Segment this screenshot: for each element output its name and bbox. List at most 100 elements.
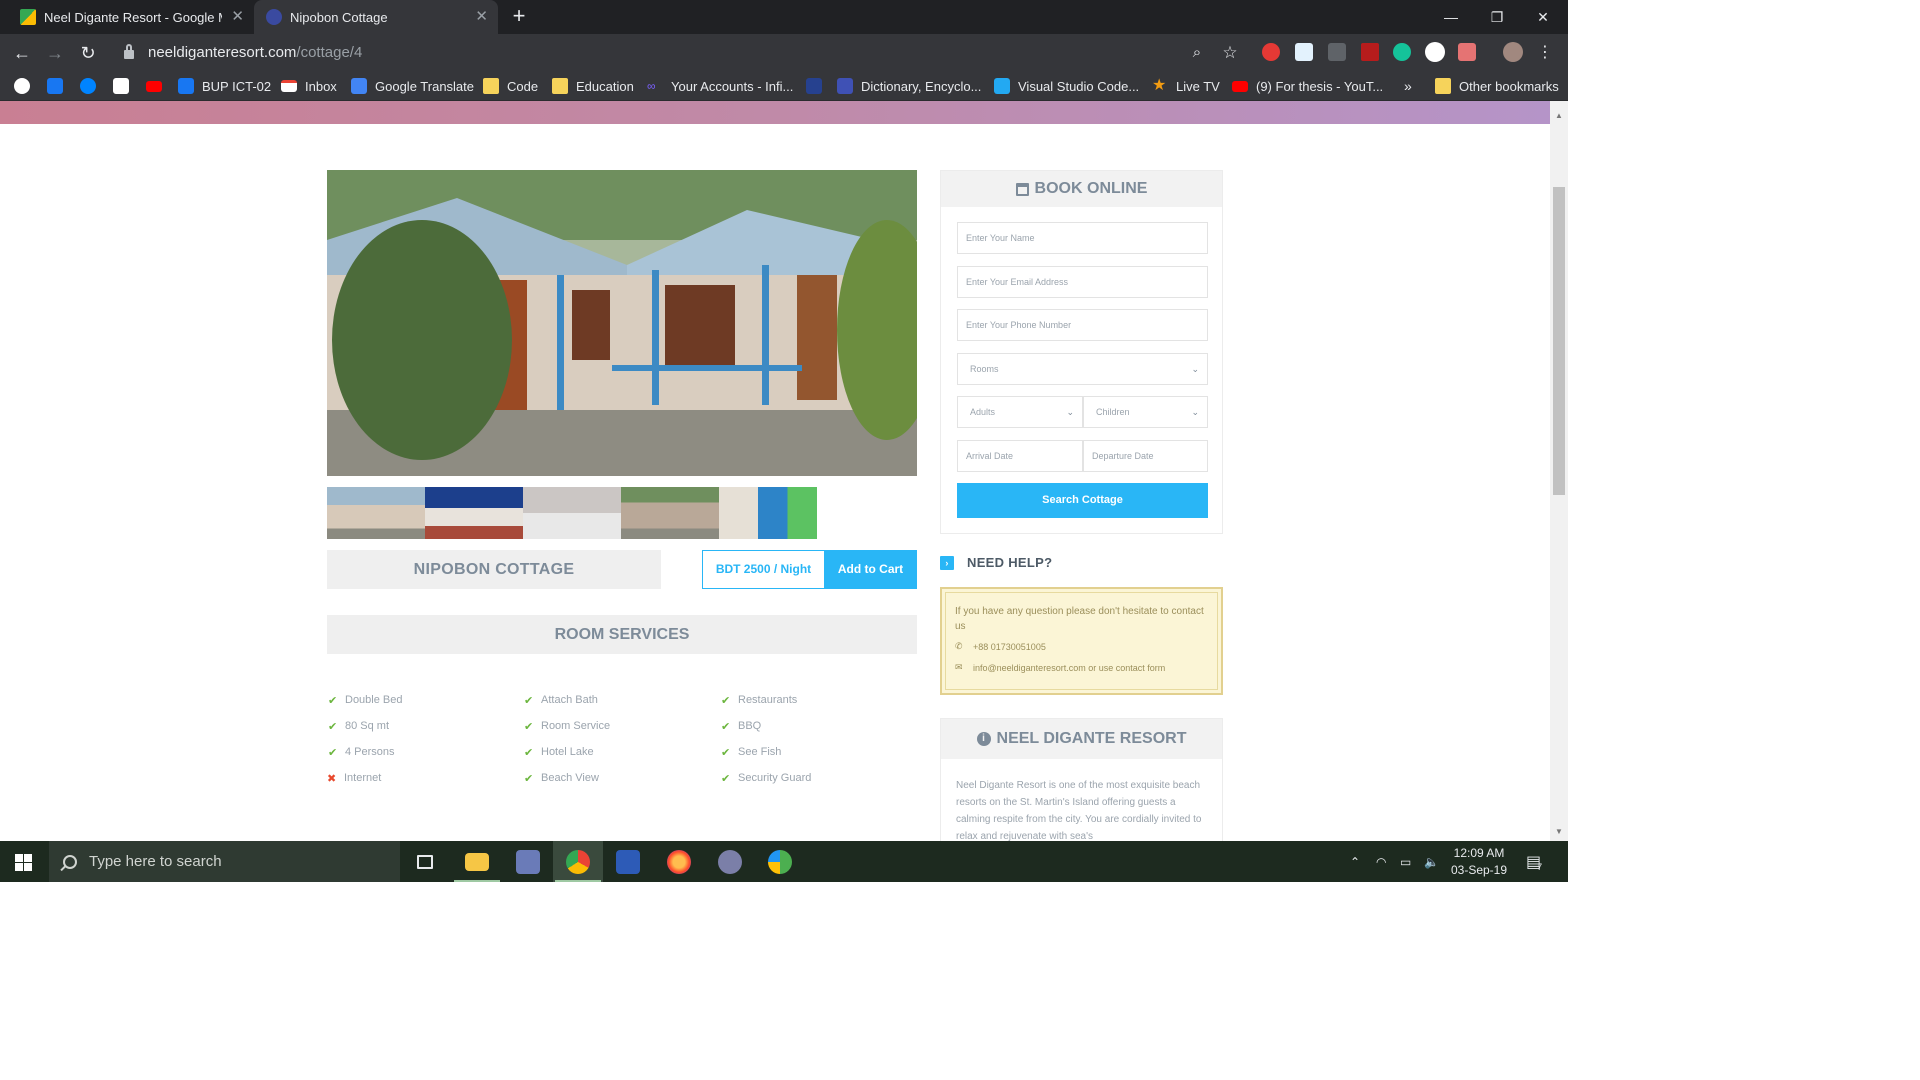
thumbnail-bathroom[interactable] — [523, 487, 621, 539]
anaconda-icon[interactable] — [755, 841, 805, 882]
browser-toolbar: ← → ↻ neeldiganteresort.com/cottage/4 ⌕ … — [0, 34, 1568, 71]
phone-field[interactable]: Enter Your Phone Number — [957, 309, 1208, 341]
firefox-icon[interactable] — [654, 841, 704, 882]
check-icon: ✔ — [721, 720, 731, 733]
dictionary-icon — [837, 78, 853, 94]
arrival-date-field[interactable]: Arrival Date — [957, 440, 1083, 472]
about-heading: i NEEL DIGANTE RESORT — [941, 719, 1222, 759]
help-phone[interactable]: ✆ +88 01730051005 — [955, 641, 1046, 652]
bookmark-youtube[interactable] — [146, 77, 170, 95]
gmail-icon — [281, 80, 297, 92]
search-placeholder: Type here to search — [89, 853, 222, 870]
bookmark-inbox[interactable]: Inbox — [281, 77, 337, 95]
bookmark-unnamed[interactable] — [806, 77, 830, 95]
bookmark-star-icon[interactable]: ☆ — [1217, 40, 1243, 66]
new-tab-button[interactable]: + — [506, 4, 532, 30]
show-hidden-icons[interactable]: ⌃ — [1350, 841, 1360, 882]
bookmark-google[interactable] — [14, 77, 38, 95]
children-select[interactable]: Children ⌄ — [1083, 396, 1208, 428]
adblock-extension-icon[interactable] — [1262, 43, 1280, 61]
check-icon: ✔ — [721, 772, 731, 785]
adults-select[interactable]: Adults ⌄ — [957, 396, 1083, 428]
price-button[interactable]: BDT 2500 / Night — [702, 550, 825, 589]
battery-icon[interactable]: ▭ — [1400, 841, 1411, 882]
back-arrow-icon[interactable]: ← — [9, 40, 35, 66]
restore-button[interactable]: ❐ — [1474, 0, 1520, 34]
forward-arrow-icon[interactable]: → — [42, 40, 68, 66]
thumbnail-porch[interactable] — [621, 487, 719, 539]
notifications-icon[interactable]: ▤ 7 — [1526, 841, 1542, 882]
service-item: ✔ Security Guard — [721, 771, 811, 785]
bookmark-facebook[interactable] — [47, 77, 71, 95]
other-bookmarks-folder[interactable]: Other bookmarks — [1435, 77, 1559, 95]
bookmark-live-tv[interactable]: ★ Live TV — [1152, 77, 1220, 95]
scroll-thumb[interactable] — [1553, 187, 1565, 495]
tab-title: Neel Digante Resort - Google Maps — [44, 9, 222, 25]
close-tab-icon[interactable]: ✕ — [475, 9, 488, 25]
bookmark-folder-code[interactable]: Code — [483, 77, 538, 95]
monitor-app-icon[interactable] — [503, 841, 553, 882]
thumbnail-exterior[interactable] — [327, 487, 425, 539]
close-window-button[interactable]: ✕ — [1520, 0, 1566, 34]
bookmark-label: Dictionary, Encyclo... — [861, 78, 982, 94]
taskbar-search-box[interactable]: Type here to search — [49, 841, 400, 882]
volume-icon[interactable]: 🔈 — [1424, 841, 1439, 882]
chat-extension-icon[interactable] — [1425, 42, 1445, 62]
profile-avatar[interactable] — [1503, 42, 1523, 62]
email-field[interactable]: Enter Your Email Address — [957, 266, 1208, 298]
grammarly-extension-icon[interactable] — [1393, 43, 1411, 61]
bookmark-dictionary[interactable]: Dictionary, Encyclo... — [837, 77, 981, 95]
rooms-select[interactable]: Rooms ⌄ — [957, 353, 1208, 385]
service-item: ✔ 4 Persons — [328, 745, 395, 759]
eclipse-icon[interactable] — [705, 841, 755, 882]
help-email[interactable]: ✉ info@neeldiganteresort.com or use conta… — [955, 662, 1165, 673]
search-icon — [63, 854, 77, 869]
chrome-icon[interactable] — [553, 841, 603, 882]
email-address: info@neeldiganteresort.com or use contac… — [973, 662, 1166, 673]
info-icon: i — [976, 732, 991, 746]
address-bar[interactable]: neeldiganteresort.com/cottage/4 — [112, 38, 1252, 67]
zoom-icon[interactable]: ⌕ — [1184, 40, 1210, 66]
bookmark-label: Code — [507, 78, 539, 94]
taskbar-clock[interactable]: 12:09 AM 03-Sep-19 — [1446, 845, 1512, 879]
cottage-main-photo[interactable] — [327, 170, 917, 476]
bookmark-bup-ict[interactable]: BUP ICT-02 — [178, 77, 271, 95]
chevron-down-icon: ⌄ — [1191, 364, 1199, 374]
add-to-cart-button[interactable]: Add to Cart — [824, 550, 917, 589]
bookmark-for-thesis[interactable]: (9) For thesis - YouT... — [1232, 77, 1383, 95]
departure-date-field[interactable]: Departure Date — [1083, 440, 1208, 472]
name-field[interactable]: Enter Your Name — [957, 222, 1208, 254]
share-extension-icon[interactable] — [1458, 43, 1476, 61]
about-text: Neel Digante Resort is one of the most e… — [956, 780, 1202, 842]
bookmark-folder-education[interactable]: Education — [552, 77, 634, 95]
close-tab-icon[interactable]: ✕ — [231, 9, 244, 25]
menu-dots-icon[interactable]: ⋮ — [1532, 40, 1558, 66]
bookmark-label: Google Translate — [375, 78, 475, 94]
header-gradient-strip — [0, 101, 1550, 124]
file-explorer-icon[interactable] — [452, 841, 502, 882]
tab-google-maps[interactable]: Neel Digante Resort - Google Maps ✕ — [8, 0, 254, 34]
bookmark-vscode[interactable]: Visual Studio Code... — [994, 77, 1139, 95]
tab-nipobon-cottage[interactable]: Nipobon Cottage ✕ — [254, 0, 498, 34]
wifi-icon[interactable]: ◠ — [1376, 841, 1386, 882]
bookmark-wikipedia[interactable] — [113, 77, 137, 95]
bookmark-messenger[interactable] — [80, 77, 104, 95]
pdf-extension-icon[interactable] — [1361, 43, 1379, 61]
minimize-button[interactable]: — — [1428, 0, 1474, 34]
windows-start-icon[interactable] — [15, 854, 32, 871]
lock-icon — [124, 44, 134, 59]
scroll-up-icon[interactable]: ▲ — [1554, 111, 1564, 121]
reload-icon[interactable]: ↻ — [75, 40, 101, 66]
powershell-icon[interactable] — [603, 841, 653, 882]
bookmark-your-accounts[interactable]: ∞ Your Accounts - Infi... — [647, 77, 793, 95]
more-bookmarks-button[interactable]: » — [1404, 77, 1412, 95]
page-scrollbar[interactable]: ▲ ▼ — [1550, 101, 1568, 841]
thumbnail-bedroom[interactable] — [425, 487, 523, 539]
scroll-down-icon[interactable]: ▼ — [1554, 827, 1564, 837]
search-cottage-button[interactable]: Search Cottage — [957, 483, 1208, 518]
bookmark-google-translate[interactable]: Google Translate — [351, 77, 474, 95]
diamond-extension-icon[interactable] — [1295, 43, 1313, 61]
thumbnail-room[interactable] — [719, 487, 817, 539]
camera-extension-icon[interactable] — [1328, 43, 1346, 61]
task-view-icon[interactable] — [400, 841, 450, 882]
